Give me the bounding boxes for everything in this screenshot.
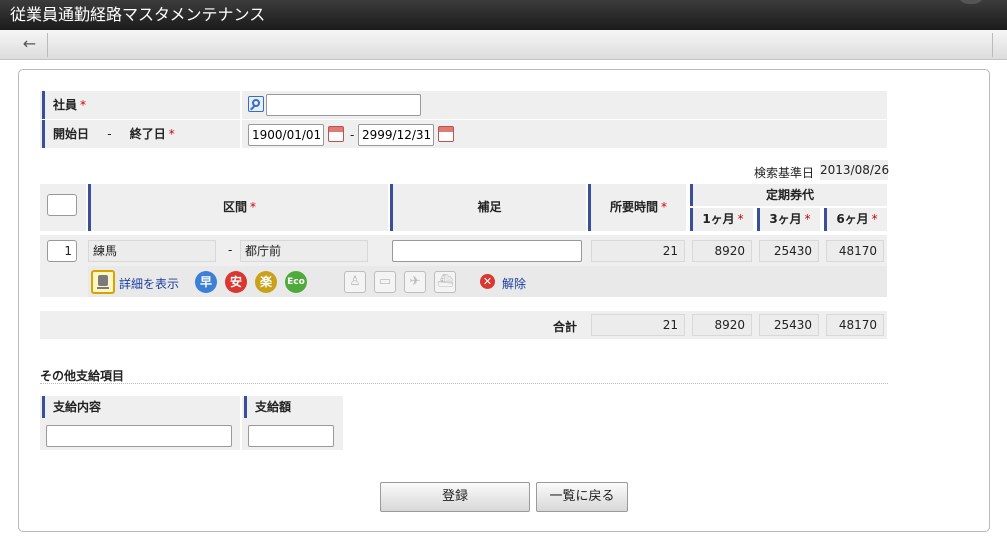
window-knob <box>957 0 985 4</box>
window-title: 従業員通勤経路マスタメンテナンス <box>10 5 266 24</box>
select-all-checkbox[interactable] <box>47 194 77 216</box>
route-separator: - <box>228 243 233 257</box>
pass-6month-value: 48170 <box>826 240 884 262</box>
airplane-icon: ✈ <box>404 271 426 293</box>
other-amount-input[interactable] <box>248 425 334 447</box>
header-3month: 3ヶ月 * <box>757 208 820 231</box>
remove-link[interactable]: 解除 <box>502 275 526 292</box>
start-calendar-icon[interactable] <box>328 126 344 142</box>
period-label-cell: 開始日 - 終了日 * <box>40 120 240 148</box>
other-section-title: その他支給項目 <box>40 369 125 383</box>
pass-1month-value: 8920 <box>692 240 752 262</box>
subway-icon: ♙ <box>344 271 366 293</box>
search-date-value: 2013/08/26 <box>820 160 889 180</box>
other-content-input[interactable] <box>46 425 232 447</box>
other-section-divider <box>40 383 888 384</box>
total-3month-value: 25430 <box>759 314 819 336</box>
header-pass: 定期券代 <box>690 184 887 206</box>
window-titlebar: 従業員通勤経路マスタメンテナンス <box>0 0 1007 30</box>
toolbar-divider <box>992 33 993 57</box>
early-badge-icon[interactable]: 早 <box>195 271 217 293</box>
remove-icon[interactable]: ✕ <box>480 274 495 289</box>
back-arrow-icon[interactable]: ← <box>12 33 48 57</box>
period-label: 開始日 - 終了日 * <box>42 120 175 148</box>
employee-label-cell: 社員 * <box>40 91 240 119</box>
other-content-header: 支給内容 <box>42 396 101 418</box>
end-date-input[interactable] <box>358 124 434 146</box>
row-number[interactable]: 1 <box>47 240 77 262</box>
bus-icon: ▭ <box>374 271 396 293</box>
header-time: 所要時間 * <box>588 184 686 231</box>
search-date-label: 検索基準日 <box>754 166 815 180</box>
header-6month: 6ヶ月 * <box>824 208 887 231</box>
supplement-input[interactable] <box>392 240 582 262</box>
easy-badge-icon[interactable]: 楽 <box>255 271 277 293</box>
period-separator: - <box>350 128 355 142</box>
route-from: 練馬 <box>88 240 216 262</box>
total-1month-value: 8920 <box>692 314 752 336</box>
start-date-input[interactable] <box>248 124 324 146</box>
employee-label: 社員 * <box>42 91 86 119</box>
time-value: 21 <box>591 240 685 262</box>
other-amount-header: 支給額 <box>244 396 291 418</box>
employee-input[interactable] <box>266 94 421 116</box>
ship-icon: ⛴ <box>434 271 456 293</box>
back-to-list-button[interactable]: 一覧に戻る <box>536 482 628 512</box>
header-supplement: 補足 <box>390 184 586 231</box>
pass-3month-value: 25430 <box>759 240 819 262</box>
train-detail-icon[interactable] <box>91 270 115 294</box>
register-button[interactable]: 登録 <box>380 482 530 512</box>
total-6month-value: 48170 <box>826 314 884 336</box>
total-time-value: 21 <box>591 314 685 336</box>
toolbar: ← <box>0 30 1007 60</box>
detail-link[interactable]: 詳細を表示 <box>119 275 179 292</box>
header-1month: 1ヶ月 * <box>690 208 753 231</box>
end-calendar-icon[interactable] <box>438 126 454 142</box>
cheap-badge-icon[interactable]: 安 <box>225 271 247 293</box>
search-icon[interactable] <box>248 96 264 112</box>
eco-badge-icon[interactable]: Eco <box>285 271 307 293</box>
total-label: 合計 <box>553 320 578 334</box>
route-to: 都庁前 <box>240 240 368 262</box>
header-section: 区間 * <box>88 184 388 231</box>
